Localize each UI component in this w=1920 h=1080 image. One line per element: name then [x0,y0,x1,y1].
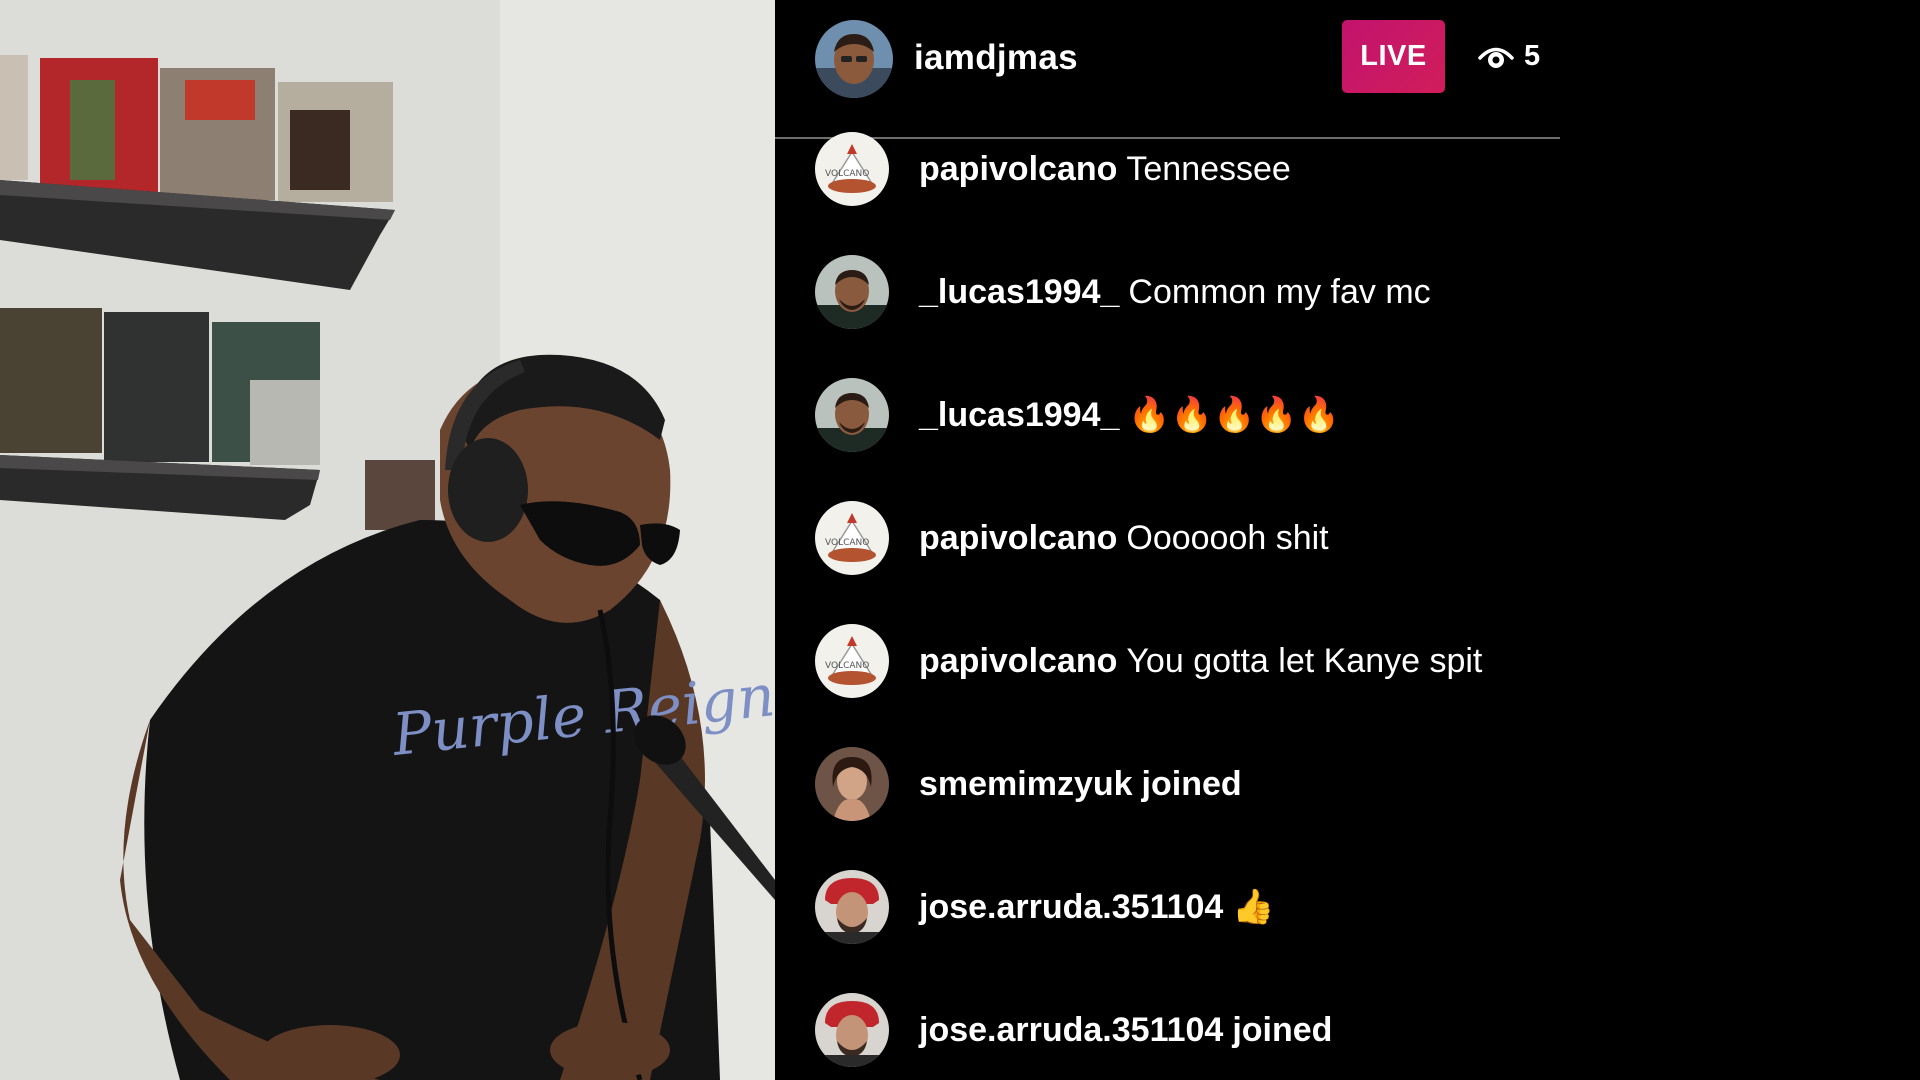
comment-text: jose.arruda.351104 joined [919,1011,1332,1050]
comment-username[interactable]: papivolcano [919,642,1117,680]
lucas-avatar-icon[interactable] [815,378,889,452]
comment-item: VOLCANO papivolcano Tennessee [815,132,1291,206]
comment-item: jose.arruda.351104 joined [815,993,1332,1067]
comment-username[interactable]: papivolcano [919,150,1117,188]
comment-item: jose.arruda.351104 👍 [815,870,1275,944]
comment-username[interactable]: smemimzyuk [919,765,1133,803]
live-video-feed: Purple Reign [0,0,775,1080]
broadcaster-video-frame: Purple Reign [0,0,775,1080]
comment-text: _lucas1994_ 🔥🔥🔥🔥🔥 [919,395,1340,435]
comment-text: jose.arruda.351104 👍 [919,887,1275,927]
svg-text:VOLCANO: VOLCANO [825,661,869,671]
comment-text: _lucas1994_ Common my fav mc [919,273,1431,312]
comment-username[interactable]: jose.arruda.351104 [919,888,1223,926]
comment-text: papivolcano You gotta let Kanye spit [919,642,1482,681]
comment-username[interactable]: _lucas1994_ [919,273,1119,311]
comment-message: Tennessee [1126,149,1291,188]
comment-text: smemimzyuk joined [919,765,1242,804]
comment-item: VOLCANO papivolcano Ooooooh shit [815,501,1329,575]
host-avatar-photo-icon [815,20,893,98]
comment-text: papivolcano Tennessee [919,150,1291,189]
viewer-count: 5 [1524,39,1541,72]
volcano-avatar-icon[interactable]: VOLCANO [815,132,889,206]
comment-message: 🔥🔥🔥🔥🔥 [1128,395,1341,435]
volcano-avatar-icon[interactable]: VOLCANO [815,501,889,575]
comment-message: 👍 [1232,887,1275,927]
comment-username[interactable]: papivolcano [919,519,1117,557]
live-chat-panel: iamdjmas LIVE 5 VOLCANO papivolcano Tenne… [775,0,1920,1080]
comment-item: VOLCANO papivolcano You gotta let Kanye s… [815,624,1482,698]
comment-item: smemimzyuk joined [815,747,1242,821]
volcano-avatar-icon[interactable]: VOLCANO [815,624,889,698]
svg-text:VOLCANO: VOLCANO [825,169,869,179]
comment-text: papivolcano Ooooooh shit [919,519,1329,558]
viewer-counter: 5 [1478,36,1540,76]
comment-message: joined [1232,1010,1333,1049]
comment-message: Ooooooh shit [1126,518,1329,557]
comment-message: Common my fav mc [1128,272,1431,311]
comment-message: joined [1141,764,1242,803]
comment-username[interactable]: jose.arruda.351104 [919,1011,1223,1049]
comment-username[interactable]: _lucas1994_ [919,396,1119,434]
live-badge: LIVE [1342,20,1445,93]
lucas-avatar-icon[interactable] [815,255,889,329]
host-avatar[interactable] [815,20,893,98]
comment-item: _lucas1994_ Common my fav mc [815,255,1431,329]
comment-item: _lucas1994_ 🔥🔥🔥🔥🔥 [815,378,1340,452]
host-username[interactable]: iamdjmas [914,38,1078,78]
svg-text:VOLCANO: VOLCANO [825,538,869,548]
comment-message: You gotta let Kanye spit [1126,641,1483,680]
smemimzyuk-avatar-icon[interactable] [815,747,889,821]
jose-avatar-icon[interactable] [815,870,889,944]
live-header: iamdjmas LIVE 5 [775,0,1560,139]
jose-avatar-icon[interactable] [815,993,889,1067]
eye-icon [1478,41,1514,71]
